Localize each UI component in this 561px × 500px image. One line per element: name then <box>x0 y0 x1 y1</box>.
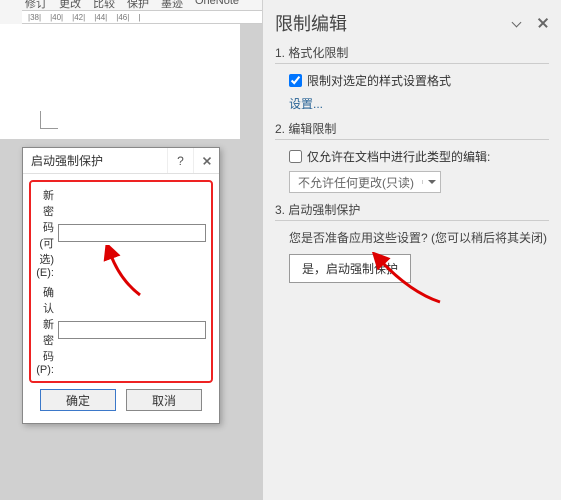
page-margin-mark <box>40 111 58 129</box>
document-page[interactable] <box>0 24 240 139</box>
help-button[interactable]: ? <box>167 148 193 173</box>
new-password-input[interactable] <box>58 224 206 242</box>
pane-title: 限制编辑 <box>275 10 347 36</box>
ribbon-tab[interactable]: 保护 <box>127 0 149 5</box>
section-3-heading: 3. 启动强制保护 <box>275 201 549 221</box>
edit-restrict-checkbox[interactable] <box>289 150 302 163</box>
confirm-password-label: 确认新密码(P): <box>36 284 54 376</box>
ribbon-tab[interactable]: OneNote <box>195 0 239 5</box>
ribbon-tab[interactable]: 更改 <box>59 0 81 5</box>
start-protection-question: 您是否准备应用这些设置? (您可以稍后将其关闭) <box>289 229 549 246</box>
ok-button[interactable]: 确定 <box>40 389 116 411</box>
combo-text: 不允许任何更改(只读) <box>290 174 422 191</box>
format-restrict-checkbox[interactable] <box>289 74 302 87</box>
dialog-title: 启动强制保护 <box>31 152 103 169</box>
ruler: |38||40||42||44||46|| <box>22 10 262 24</box>
close-button[interactable] <box>193 148 219 173</box>
close-icon[interactable] <box>537 17 549 29</box>
cancel-button[interactable]: 取消 <box>126 389 202 411</box>
section-1-heading: 1. 格式化限制 <box>275 44 549 64</box>
section-2-heading: 2. 编辑限制 <box>275 120 549 140</box>
ribbon-tab[interactable]: 修订 <box>25 0 47 5</box>
start-protection-button[interactable]: 是，启动强制保护 <box>289 254 411 283</box>
start-protection-dialog: 启动强制保护 ? 新密码(可选)(E): 确认新密码(P): 确定 取消 <box>22 147 220 424</box>
confirm-password-input[interactable] <box>58 321 206 339</box>
chevron-down-icon[interactable] <box>511 17 523 29</box>
edit-restrict-label: 仅允许在文档中进行此类型的编辑: <box>307 148 490 165</box>
settings-link[interactable]: 设置... <box>289 95 549 112</box>
chevron-down-icon[interactable] <box>422 180 440 184</box>
ribbon-tab[interactable]: 墨迹 <box>161 0 183 5</box>
format-restrict-label: 限制对选定的样式设置格式 <box>307 72 451 89</box>
close-icon <box>202 156 212 166</box>
new-password-label: 新密码(可选)(E): <box>36 187 54 279</box>
ribbon-tab[interactable]: 比较 <box>93 0 115 5</box>
edit-type-combo[interactable]: 不允许任何更改(只读) <box>289 171 441 193</box>
restrict-editing-pane: 限制编辑 1. 格式化限制 限制对选定的样式设置格式 设置... 2. 编辑限制… <box>262 0 561 500</box>
password-highlight-box: 新密码(可选)(E): 确认新密码(P): <box>29 180 213 383</box>
